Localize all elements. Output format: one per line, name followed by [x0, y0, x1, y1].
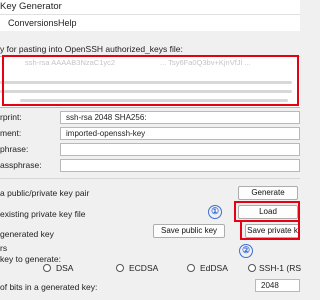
bits-value: 2048: [261, 281, 279, 290]
menu-bar: Conversions Help: [0, 15, 300, 31]
comment-label: ment:: [0, 128, 22, 138]
public-key-highlight: [2, 55, 299, 106]
save-public-key-button[interactable]: Save public key: [153, 224, 225, 238]
radio-eddsa-label: EdDSA: [200, 263, 228, 273]
passphrase-label: phrase:: [0, 144, 29, 154]
generate-description: a public/private key pair: [0, 188, 90, 198]
confirm-passphrase-field[interactable]: [60, 159, 300, 172]
bits-label: of bits in a generated key:: [0, 282, 98, 292]
load-description: existing private key file: [0, 209, 86, 219]
save-description: generated key: [0, 229, 54, 239]
generate-button[interactable]: Generate: [238, 186, 298, 200]
confirm-passphrase-label: assphrase:: [0, 160, 42, 170]
passphrase-field[interactable]: [60, 143, 300, 156]
divider: [0, 178, 300, 179]
save-private-key-highlight: [240, 220, 300, 240]
bits-input[interactable]: 2048: [255, 279, 300, 292]
comment-value: imported-openssh-key: [66, 129, 146, 138]
public-key-label: y for pasting into OpenSSH authorized_ke…: [0, 44, 183, 54]
radio-ssh1-rsa-label: SSH-1 (RS: [259, 263, 302, 273]
annotation-one: ①: [208, 205, 222, 219]
fingerprint-value: ssh-rsa 2048 SHA256:: [66, 113, 147, 122]
title-bar: Key Generator: [0, 0, 300, 15]
comment-field[interactable]: imported-openssh-key: [60, 127, 300, 140]
fingerprint-field[interactable]: ssh-rsa 2048 SHA256:: [60, 111, 300, 124]
annotation-two: ②: [239, 244, 253, 258]
radio-eddsa[interactable]: [187, 264, 195, 272]
menu-help[interactable]: Help: [58, 18, 77, 28]
radio-dsa-label: DSA: [56, 263, 74, 273]
radio-dsa[interactable]: [43, 264, 51, 272]
key-type-radio-group: DSA ECDSA EdDSA SSH-1 (RS: [0, 262, 302, 276]
parameters-header: rs: [0, 243, 8, 253]
fingerprint-label: rprint:: [0, 112, 22, 122]
radio-ssh1-rsa[interactable]: [248, 264, 256, 272]
radio-ecdsa[interactable]: [116, 264, 124, 272]
menu-conversions[interactable]: Conversions: [8, 18, 58, 28]
load-highlight: [234, 201, 300, 222]
window-title: Key Generator: [0, 1, 62, 12]
radio-ecdsa-label: ECDSA: [129, 263, 159, 273]
